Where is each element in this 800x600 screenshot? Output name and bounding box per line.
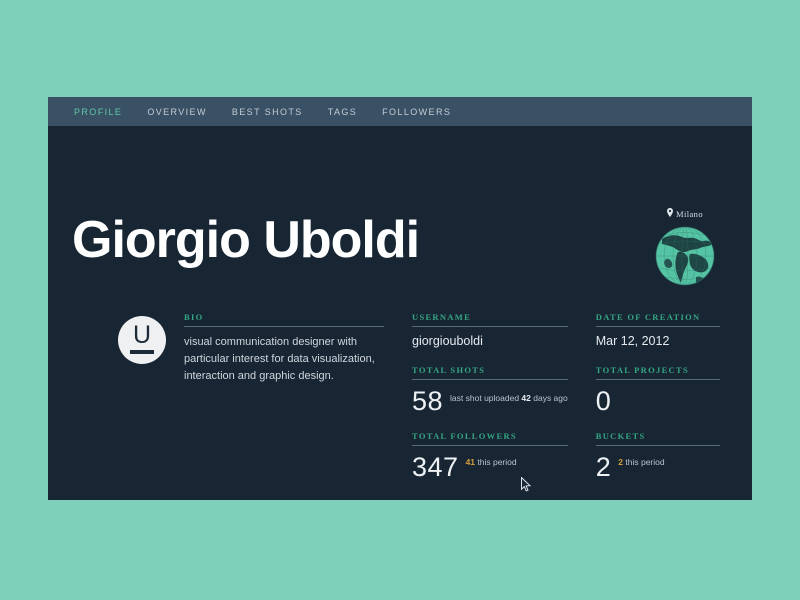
- avatar-column: U: [72, 312, 184, 482]
- note-after: days ago: [530, 393, 568, 403]
- map-pin-icon: [667, 208, 674, 219]
- avatar[interactable]: U: [118, 316, 166, 364]
- note-after: this period: [475, 457, 517, 468]
- field-label-total-shots: TOTAL SHOTS: [412, 365, 486, 375]
- buckets-row: 2 2 this period: [595, 452, 720, 483]
- nav-item-followers[interactable]: FOLLOWERS: [382, 107, 451, 117]
- date-of-creation-value: Mar 12, 2012: [595, 334, 670, 348]
- field-total-projects: TOTAL PROJECTS 0: [595, 365, 720, 416]
- nav-item-tags[interactable]: TAGS: [328, 107, 357, 117]
- field-username: USERNAME giorgiouboldi: [412, 312, 568, 349]
- location-name: Milano: [676, 208, 703, 219]
- profile-columns: U BIO visual communication designer with…: [72, 312, 728, 482]
- card-body: Giorgio Uboldi Milano U BIO visual commu…: [48, 126, 752, 500]
- field-label-bio: BIO: [184, 312, 204, 322]
- field-buckets: BUCKETS 2 2 this period: [595, 431, 720, 483]
- buckets-note: 2 this period: [618, 457, 664, 467]
- buckets-value: 2: [595, 452, 612, 483]
- field-rule: [412, 326, 568, 327]
- field-total-followers: TOTAL FOLLOWERS 347 41 this period: [412, 431, 568, 483]
- field-label-username: USERNAME: [412, 312, 472, 322]
- avatar-underline: [130, 350, 154, 354]
- field-rule: [595, 379, 720, 380]
- total-projects-row: 0: [595, 386, 720, 416]
- avatar-letter: U: [132, 321, 152, 349]
- globe-icon: [650, 225, 720, 292]
- total-shots-note: last shot uploaded 42 days ago: [450, 393, 568, 403]
- bio-column: BIO visual communication designer with p…: [184, 312, 412, 482]
- stats-column-right: DATE OF CREATION Mar 12, 2012 TOTAL PROJ…: [595, 312, 728, 483]
- main-navigation: PROFILE OVERVIEW BEST SHOTS TAGS FOLLOWE…: [48, 97, 752, 126]
- total-followers-value: 347: [412, 452, 459, 483]
- note-emphasis: 42: [521, 393, 531, 403]
- field-rule: [412, 379, 568, 380]
- field-rule: [184, 326, 384, 327]
- field-label-date-of-creation: DATE OF CREATION: [595, 312, 701, 322]
- field-total-shots: TOTAL SHOTS 58 last shot uploaded 42 day…: [412, 365, 568, 415]
- total-projects-value: 0: [595, 386, 612, 416]
- note-emphasis: 41: [465, 457, 476, 468]
- stats-column-middle: USERNAME giorgiouboldi TOTAL SHOTS 58 la…: [412, 312, 596, 482]
- total-shots-value: 58: [412, 386, 444, 416]
- total-followers-note: 41 this period: [466, 457, 517, 467]
- field-bio: BIO visual communication designer with p…: [184, 312, 384, 385]
- bio-text: visual communication designer with parti…: [184, 336, 375, 382]
- field-label-total-followers: TOTAL FOLLOWERS: [412, 431, 517, 442]
- total-shots-row: 58 last shot uploaded 42 days ago: [412, 386, 568, 416]
- location-block: Milano: [650, 208, 720, 292]
- total-followers-row: 347 41 this period: [412, 452, 568, 483]
- field-label-total-projects: TOTAL PROJECTS: [595, 365, 689, 375]
- field-rule: [595, 445, 720, 447]
- field-rule: [595, 326, 720, 327]
- note-before: last shot uploaded: [450, 393, 522, 403]
- username-value: giorgiouboldi: [412, 334, 483, 348]
- nav-item-overview[interactable]: OVERVIEW: [147, 107, 207, 117]
- nav-item-profile[interactable]: PROFILE: [74, 107, 122, 117]
- profile-card: PROFILE OVERVIEW BEST SHOTS TAGS FOLLOWE…: [48, 97, 752, 500]
- field-rule: [412, 445, 568, 447]
- note-after: this period: [623, 457, 665, 468]
- nav-item-best-shots[interactable]: BEST SHOTS: [232, 107, 303, 117]
- field-date-of-creation: DATE OF CREATION Mar 12, 2012: [595, 312, 720, 349]
- location-label-row: Milano: [650, 208, 720, 219]
- field-label-buckets: BUCKETS: [595, 431, 646, 442]
- page-title: Giorgio Uboldi: [72, 211, 420, 269]
